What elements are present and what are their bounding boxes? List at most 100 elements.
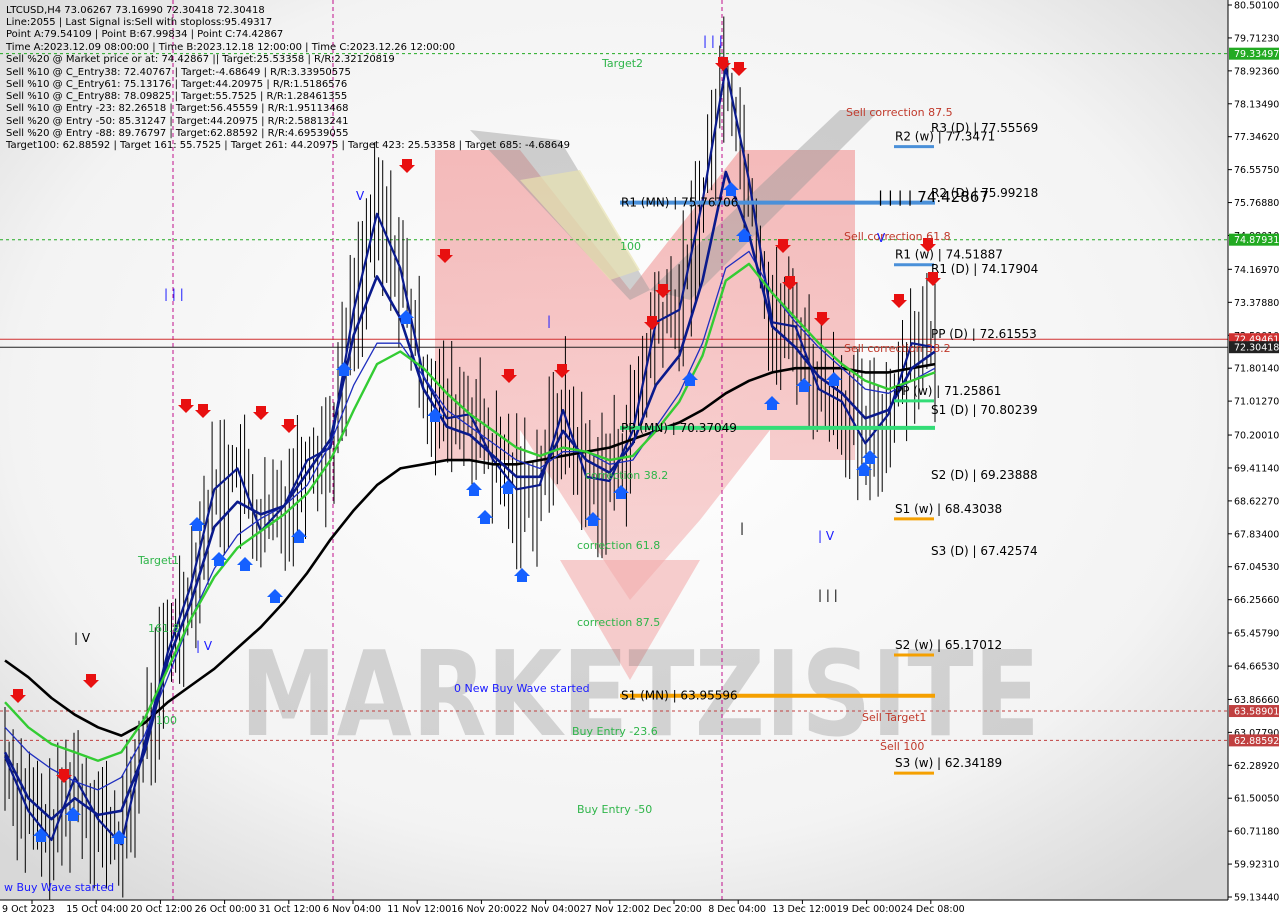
time-label-6: 11 Nov 12:00 (387, 904, 451, 915)
level-label-s1-mn: S1 (MN) | 63.95596 (621, 689, 738, 703)
wave-label-9: V (877, 231, 886, 245)
price-badge-6: 62.88592 (1234, 736, 1279, 747)
info-line-11: Target100: 62.88592 | Target 161: 55.752… (5, 140, 570, 151)
price-tick-label-23: 62.28920 (1234, 761, 1279, 772)
sell-correction-618: Sell correction 61.8 (844, 230, 951, 243)
correction-618: correction 61.8 (577, 539, 660, 552)
price-tick-label-27: 59.13440 (1234, 893, 1279, 904)
price-tick-label-4: 77.34620 (1234, 132, 1279, 143)
level-label-r1-mn: R1 (MN) | 75.76706 (621, 196, 738, 210)
time-label-2: 20 Oct 12:00 (130, 904, 192, 915)
info-line-5: Sell %10 @ C_Entry38: 72.40767 | Target:… (6, 67, 351, 78)
price-tick-label-15: 68.62270 (1234, 496, 1279, 507)
price-tick-label-0: 80.50100 (1234, 1, 1279, 12)
price-tick-label-1: 79.71230 (1234, 33, 1279, 44)
price-badge-4: 72.30418 (1234, 343, 1279, 354)
wave-label-1: | | | (164, 287, 184, 301)
time-label-9: 27 Nov 12:00 (580, 904, 644, 915)
hundred-left-label: 100 (156, 714, 177, 727)
correction-875: correction 87.5 (577, 616, 660, 629)
price-tick-label-2: 78.92360 (1234, 66, 1279, 77)
sell-correction-875: Sell correction 87.5 (846, 106, 953, 119)
level-label-pp-mn: PP (MN) | 70.37049 (621, 421, 737, 435)
wave-label-6: | | | (703, 34, 723, 48)
info-line-1: Line:2055 | Last Signal is:Sell with sto… (6, 17, 272, 28)
new-buy-wave: 0 New Buy Wave started (454, 682, 590, 695)
target2-label: Target2 (601, 57, 643, 70)
info-line-7: Sell %10 @ C_Entry88: 78.09825 | Target:… (6, 91, 347, 102)
price-tick-label-11: 71.80140 (1234, 364, 1279, 375)
price-badge-2: 74.87931 (1234, 235, 1279, 246)
price-tick-label-8: 74.16970 (1234, 265, 1279, 276)
info-line-6: Sell %10 @ C_Entry61: 75.13176 | Target:… (6, 79, 347, 90)
price-tick-label-16: 67.83400 (1234, 529, 1279, 540)
price-tick-label-20: 64.66530 (1234, 662, 1279, 673)
price-tick-label-25: 60.71180 (1234, 827, 1279, 838)
sell-100: Sell 100 (880, 740, 924, 753)
sell-correction-382: Sell correction 38.2 (844, 342, 951, 355)
level-label-s3-d: S3 (D) | 67.42574 (931, 544, 1038, 558)
price-tick-label-3: 78.13490 (1234, 99, 1279, 110)
level-label-r2-w: R2 (w) | 77.3471 (895, 130, 995, 144)
level-label-pp-w: PP (w) | 71.25861 (895, 384, 1001, 398)
info-line-3: Time A:2023.12.09 08:00:00 | Time B:2023… (5, 42, 455, 53)
info-line-4: Sell %20 @ Market price or at: 74.42867 … (6, 54, 395, 65)
price-tick-label-26: 59.92310 (1234, 860, 1279, 871)
price-tick-label-6: 75.76880 (1234, 198, 1279, 209)
info-line-2: Point A:79.54109 | Point B:67.99834 | Po… (6, 29, 283, 40)
price-tick-label-19: 65.45790 (1234, 629, 1279, 640)
time-label-11: 8 Dec 04:00 (708, 904, 766, 915)
wave-label-3: | V (196, 639, 213, 653)
time-label-0: 9 Oct 2023 (2, 904, 55, 915)
time-label-3: 26 Oct 00:00 (195, 904, 257, 915)
time-label-1: 15 Oct 04:00 (66, 904, 128, 915)
info-line-10: Sell %20 @ Entry -88: 89.76797 | Target:… (6, 128, 348, 139)
sell-target1: Sell Target1 (862, 711, 926, 724)
price-tick-label-17: 67.04530 (1234, 562, 1279, 573)
point-c-label: | | | | 74.42867 (878, 188, 989, 206)
time-label-5: 6 Nov 04:00 (323, 904, 381, 915)
level-label-r1-w: R1 (w) | 74.51887 (895, 248, 1003, 262)
price-tick-label-18: 66.25660 (1234, 595, 1279, 606)
level-label-s2-w: S2 (w) | 65.17012 (895, 638, 1002, 652)
chart-svg: MARKETZISITE R3 (D) | 77.55569R2 (w) | 7… (0, 0, 1280, 920)
time-label-7: 16 Nov 20:00 (451, 904, 515, 915)
level-label-pp-d: PP (D) | 72.61553 (931, 327, 1037, 341)
level-label-r1-d: R1 (D) | 74.17904 (931, 262, 1038, 276)
price-tick-label-13: 70.20010 (1234, 431, 1279, 442)
price-tick-label-5: 76.55750 (1234, 165, 1279, 176)
level-label-s1-w: S1 (w) | 68.43038 (895, 502, 1002, 516)
wave-label-7: | V (818, 529, 835, 543)
buy-entry-50: Buy Entry -50 (577, 803, 652, 816)
price-tick-label-21: 63.86660 (1234, 695, 1279, 706)
price-tick-label-12: 71.01270 (1234, 397, 1279, 408)
buy-wave-left: w Buy Wave started (4, 881, 114, 894)
time-label-10: 2 Dec 20:00 (644, 904, 702, 915)
wave-label-2: | V (74, 631, 91, 645)
time-label-12: 13 Dec 12:00 (772, 904, 836, 915)
price-badge-1: 79.33497 (1234, 49, 1279, 60)
level-label-s2-d: S2 (D) | 69.23888 (931, 468, 1038, 482)
price-badge-5: 63.58901 (1234, 707, 1279, 718)
wave-label-5: | (547, 314, 551, 328)
chart-root: MARKETZISITE R3 (D) | 77.55569 R2 (w) | 7… (0, 0, 1280, 920)
wave-label-8: | | | (818, 588, 838, 602)
buy-entry-236: Buy Entry -23.6 (572, 725, 658, 738)
one-six-one-label: 161.8 (148, 622, 180, 635)
target1-label: Target1 (137, 554, 179, 567)
time-label-4: 31 Oct 12:00 (259, 904, 321, 915)
wave-label-10: | (740, 521, 744, 535)
hundred-top-label: 100 (620, 240, 641, 253)
level-label-s1-d: S1 (D) | 70.80239 (931, 403, 1038, 417)
time-label-13: 19 Dec 00:00 (837, 904, 901, 915)
symbol-line: LTCUSD,H4 73.06267 73.16990 72.30418 72.… (6, 5, 265, 16)
price-tick-label-24: 61.50050 (1234, 794, 1279, 805)
price-tick-label-9: 73.37880 (1234, 298, 1279, 309)
price-tick-label-14: 69.41140 (1234, 463, 1279, 474)
info-line-8: Sell %10 @ Entry -23: 82.26518 | Target:… (6, 103, 348, 114)
wave-label-4: V (356, 189, 365, 203)
info-line-9: Sell %20 @ Entry -50: 85.31247 | Target:… (6, 116, 348, 127)
time-label-8: 22 Nov 04:00 (516, 904, 580, 915)
level-label-s3-w: S3 (w) | 62.34189 (895, 756, 1002, 770)
correction-382: correction 38.2 (585, 469, 668, 482)
